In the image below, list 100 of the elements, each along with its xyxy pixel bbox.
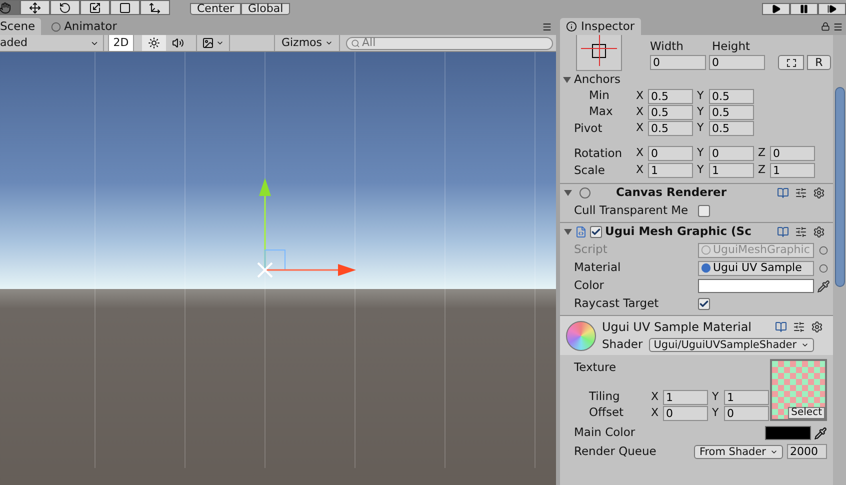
property-label: Raycast Target: [574, 295, 660, 312]
help-icon[interactable]: [777, 187, 789, 199]
property-label: Tiling: [588, 388, 621, 406]
axis-label: X: [636, 88, 645, 104]
pivot-rotation-button[interactable]: Global: [241, 3, 290, 15]
eyedropper-icon[interactable]: [817, 280, 830, 292]
axis-label: Y: [697, 162, 705, 178]
foldout-triangle-icon[interactable]: [564, 190, 572, 196]
component-title: Canvas Renderer: [615, 184, 728, 202]
number-field[interactable]: 0.5: [709, 88, 754, 104]
number-field[interactable]: 0: [709, 146, 754, 161]
script-icon: [575, 226, 587, 238]
settings-icon[interactable]: [813, 226, 825, 238]
object-field[interactable]: Ugui UV Sample: [698, 260, 814, 276]
color-swatch[interactable]: [698, 279, 814, 293]
color-swatch[interactable]: [765, 426, 811, 440]
preset-icon[interactable]: [795, 226, 807, 238]
playback-button[interactable]: [818, 3, 846, 15]
number-field[interactable]: 0.5: [709, 104, 754, 120]
property-label: Pivot: [573, 120, 604, 137]
draw-mode-dropdown[interactable]: aded: [0, 35, 104, 51]
shader-label: Shader: [602, 336, 643, 353]
preset-icon[interactable]: [795, 187, 807, 199]
tool-button[interactable]: [110, 0, 140, 15]
checkbox[interactable]: [590, 226, 602, 238]
number-field[interactable]: 0.5: [648, 104, 693, 120]
shader-dropdown[interactable]: Ugui/UguiUVSampleShader: [648, 338, 814, 352]
property-label: Render Queue: [574, 442, 658, 460]
axis-label: Z: [758, 145, 767, 162]
panel-tab[interactable]: Animator: [45, 18, 123, 35]
number-field[interactable]: 0: [650, 55, 706, 70]
settings-icon[interactable]: [811, 320, 823, 333]
checkbox[interactable]: [698, 205, 710, 217]
lock-icon[interactable]: [821, 22, 830, 31]
number-field[interactable]: 0.5: [648, 121, 693, 136]
axis-label: X: [636, 145, 645, 162]
tool-button[interactable]: [140, 0, 170, 15]
property-label: Rotation: [573, 144, 624, 162]
property-label: Max: [588, 103, 614, 120]
tool-icon: [119, 2, 131, 14]
number-field[interactable]: 1: [724, 390, 769, 404]
axis-label: Y: [697, 104, 705, 120]
texture-thumbnail[interactable]: Select: [770, 359, 827, 421]
tool-button[interactable]: [50, 0, 80, 15]
anchor-preset-icon[interactable]: [576, 35, 622, 71]
select-button[interactable]: Select: [788, 407, 825, 419]
scrollbar[interactable]: [833, 35, 846, 485]
property-label: Offset: [588, 404, 625, 422]
number-field[interactable]: 0: [770, 146, 815, 161]
step-icon: [827, 4, 837, 14]
property-label: Scale: [573, 162, 606, 179]
number-field[interactable]: 0: [648, 146, 693, 161]
number-field[interactable]: 1: [709, 163, 754, 178]
foldout-triangle-icon[interactable]: [563, 76, 571, 82]
playback-button[interactable]: [790, 3, 818, 15]
axis-label: X: [636, 162, 645, 178]
help-icon[interactable]: [777, 226, 789, 238]
menu-icon[interactable]: [833, 22, 843, 32]
tool-button[interactable]: [20, 0, 50, 15]
number-field[interactable]: 0: [709, 55, 765, 70]
component-header[interactable]: Canvas Renderer: [560, 183, 833, 202]
foldout-triangle-icon[interactable]: [564, 229, 572, 235]
inspector-tab[interactable]: Inspector: [560, 18, 641, 35]
number-field[interactable]: 1: [663, 390, 708, 404]
tool-icon: [89, 2, 101, 14]
blueprint-mode-button[interactable]: [778, 55, 804, 70]
panel-tab[interactable]: Scene: [0, 18, 42, 35]
raw-edit-button[interactable]: R: [807, 55, 831, 70]
axis-label: X: [636, 104, 645, 120]
axis-label: Y: [697, 88, 705, 104]
render-queue-dropdown[interactable]: From Shader: [694, 444, 783, 458]
tool-icon: [59, 2, 71, 14]
number-field[interactable]: 2000: [787, 444, 827, 459]
settings-icon[interactable]: [813, 187, 825, 199]
tool-icon: [149, 2, 161, 14]
component-header[interactable]: Ugui Mesh Graphic (Sc: [560, 222, 833, 241]
texture-label: Texture: [574, 359, 618, 376]
playback-button[interactable]: [762, 3, 790, 15]
mode-2d-toggle[interactable]: 2D: [108, 35, 134, 51]
number-field[interactable]: 1: [770, 163, 815, 178]
axis-label: Z: [758, 162, 767, 178]
menu-icon[interactable]: [542, 22, 552, 32]
tool-button[interactable]: [80, 0, 110, 15]
number-field[interactable]: 0.5: [648, 88, 693, 104]
number-field[interactable]: 0: [724, 406, 769, 420]
lighting-toggle[interactable]: [142, 35, 166, 51]
effects-dropdown[interactable]: [196, 35, 230, 51]
eyedropper-icon[interactable]: [814, 426, 827, 440]
pivot-mode-button[interactable]: Center: [190, 3, 242, 15]
size-label: Width: [650, 38, 684, 55]
property-label: Script: [574, 241, 608, 258]
checkbox[interactable]: [698, 298, 710, 310]
preset-icon[interactable]: [793, 320, 805, 333]
gizmos-dropdown[interactable]: Gizmos: [274, 35, 340, 51]
number-field[interactable]: 0: [663, 406, 708, 420]
caret-icon: [325, 39, 333, 47]
help-icon[interactable]: [775, 320, 787, 333]
number-field[interactable]: 0.5: [709, 121, 754, 136]
number-field[interactable]: 1: [648, 163, 693, 178]
component-icon: [579, 187, 591, 199]
